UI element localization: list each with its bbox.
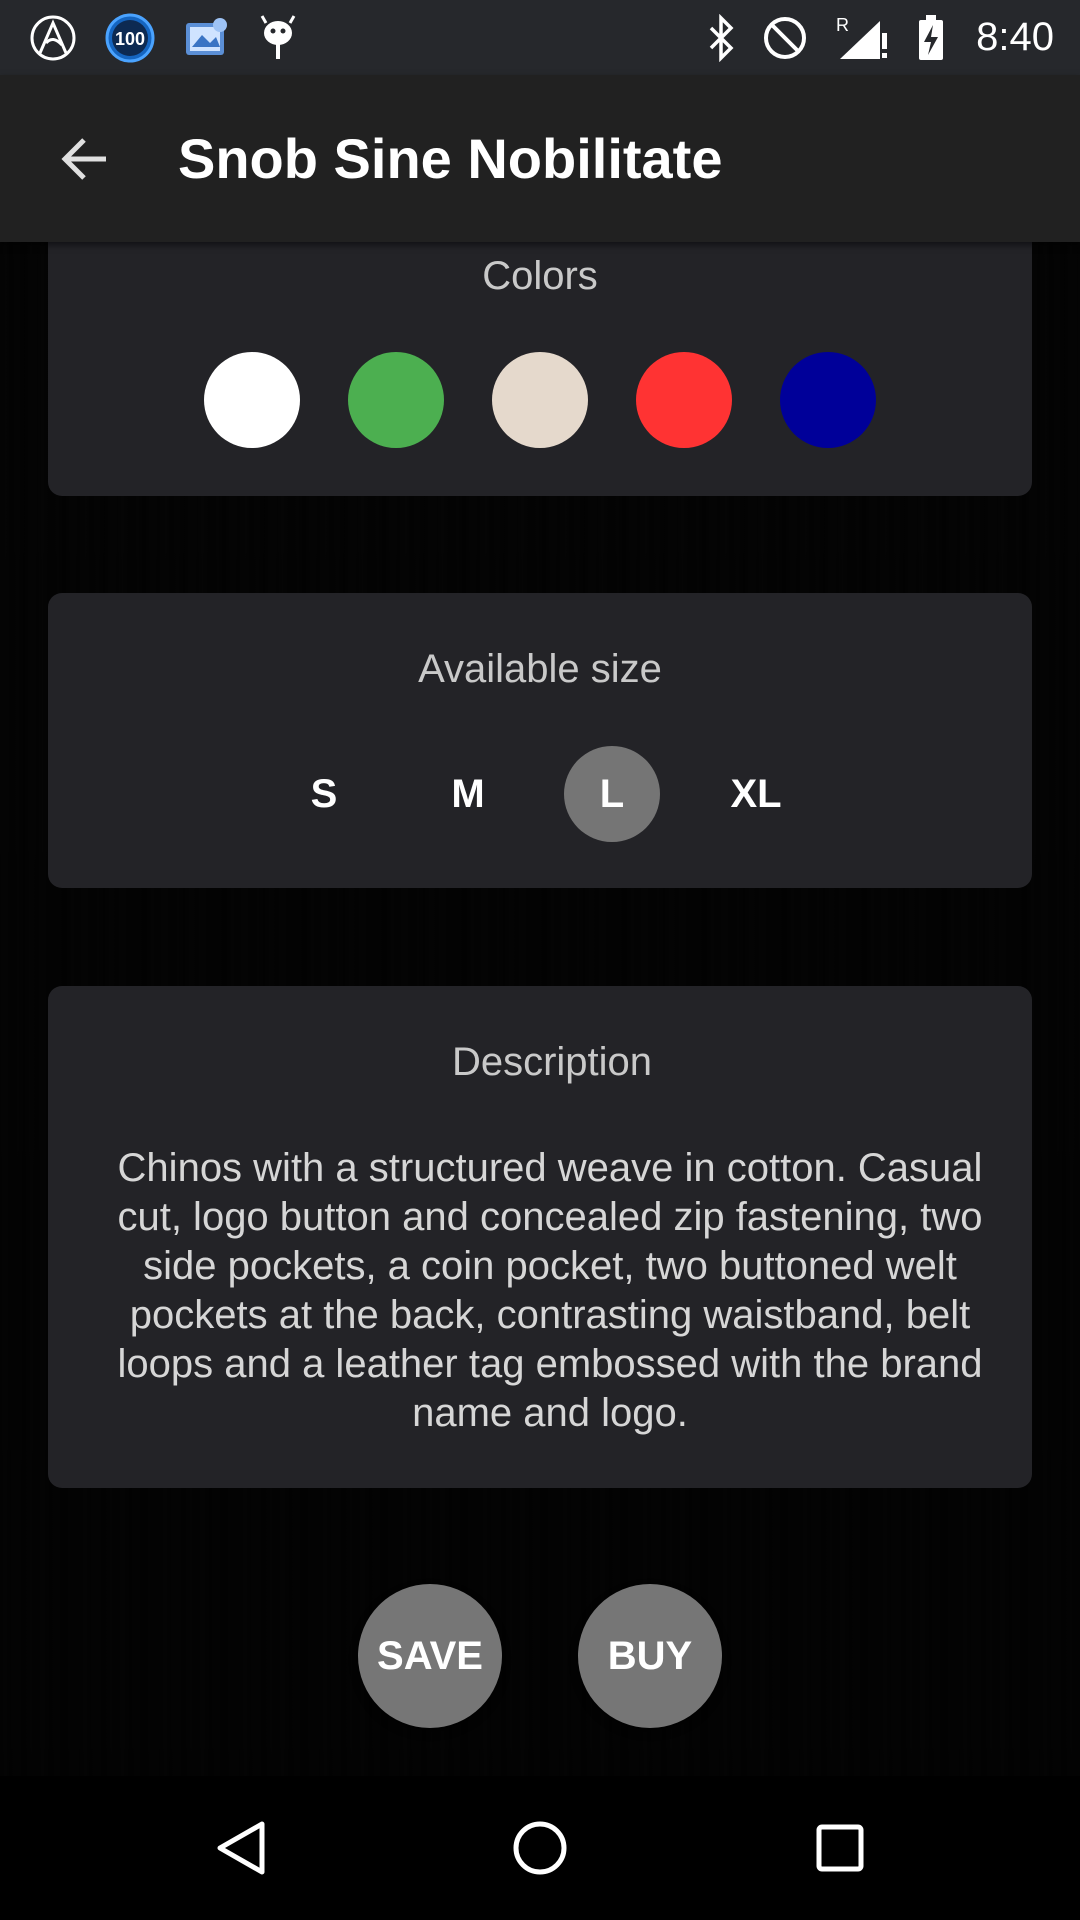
nav-back-button[interactable] [185, 1793, 295, 1903]
status-bar: 100 R 8:40 [0, 0, 1080, 75]
color-swatch-beige[interactable] [492, 352, 588, 448]
size-title: Available size [418, 647, 662, 691]
photo-app-icon [182, 13, 232, 63]
do-not-disturb-icon [762, 15, 808, 61]
arrow-back-icon [61, 137, 106, 180]
nav-home-button[interactable] [485, 1793, 595, 1903]
battery-100-icon: 100 [104, 12, 156, 64]
nav-recents-button[interactable] [785, 1793, 895, 1903]
description-title: Description [451, 1040, 653, 1084]
page-title: Snob Sine Nobilitate [178, 127, 723, 190]
buy-button[interactable]: BUY [578, 1584, 722, 1728]
android-debug-icon [258, 13, 298, 63]
back-button[interactable] [34, 109, 134, 209]
app-bar: Snob Sine Nobilitate [0, 75, 1080, 242]
signal-icon: R [834, 13, 890, 63]
clock: 8:40 [976, 15, 1054, 59]
size-option-s[interactable]: S [276, 746, 372, 842]
back-triangle-icon [217, 1821, 265, 1875]
recents-square-icon [816, 1824, 864, 1872]
roaming-mark: R [836, 15, 849, 35]
save-button[interactable]: SAVE [358, 1584, 502, 1728]
size-option-m[interactable]: M [420, 746, 516, 842]
status-right-icons: R 8:40 [706, 13, 1054, 63]
color-swatch-green[interactable] [348, 352, 444, 448]
color-swatch-navy[interactable] [780, 352, 876, 448]
bluetooth-icon [706, 13, 736, 62]
description-card: Description Chinos with a structured wea… [48, 986, 1032, 1488]
color-swatch-white[interactable] [204, 352, 300, 448]
home-circle-icon [513, 1821, 567, 1875]
color-swatch-red[interactable] [636, 352, 732, 448]
action-buttons: SAVE BUY [0, 1584, 1080, 1728]
size-options: S M L XL [48, 746, 1032, 842]
app-launcher-icon [28, 13, 78, 63]
size-card: Available size S M L XL [48, 593, 1032, 888]
battery-badge-text: 100 [115, 29, 145, 49]
color-swatches [48, 352, 1032, 448]
status-left-icons: 100 [28, 12, 298, 64]
size-option-xl[interactable]: XL [708, 746, 804, 842]
description-text: Chinos with a structured weave in cotton… [117, 1146, 983, 1435]
battery-charging-icon [916, 13, 946, 63]
navigation-bar [0, 1776, 1080, 1920]
size-option-l[interactable]: L [564, 746, 660, 842]
colors-card: Colors [48, 226, 1032, 496]
